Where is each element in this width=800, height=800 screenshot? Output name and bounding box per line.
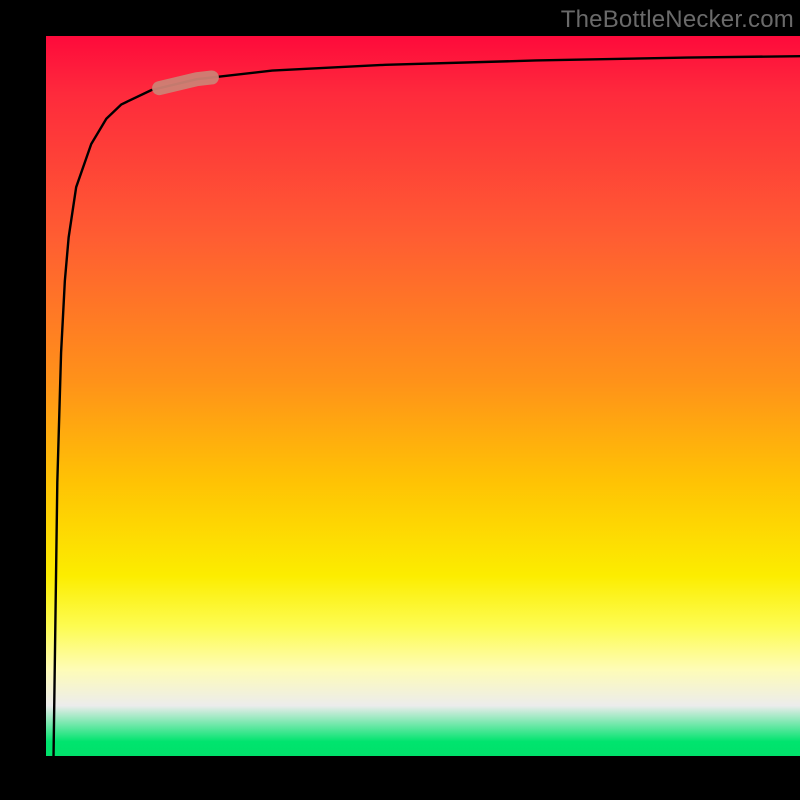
chart-stage: TheBottleNecker.com <box>0 0 800 800</box>
watermark-label: TheBottleNecker.com <box>561 6 794 34</box>
plot-area <box>46 36 800 756</box>
